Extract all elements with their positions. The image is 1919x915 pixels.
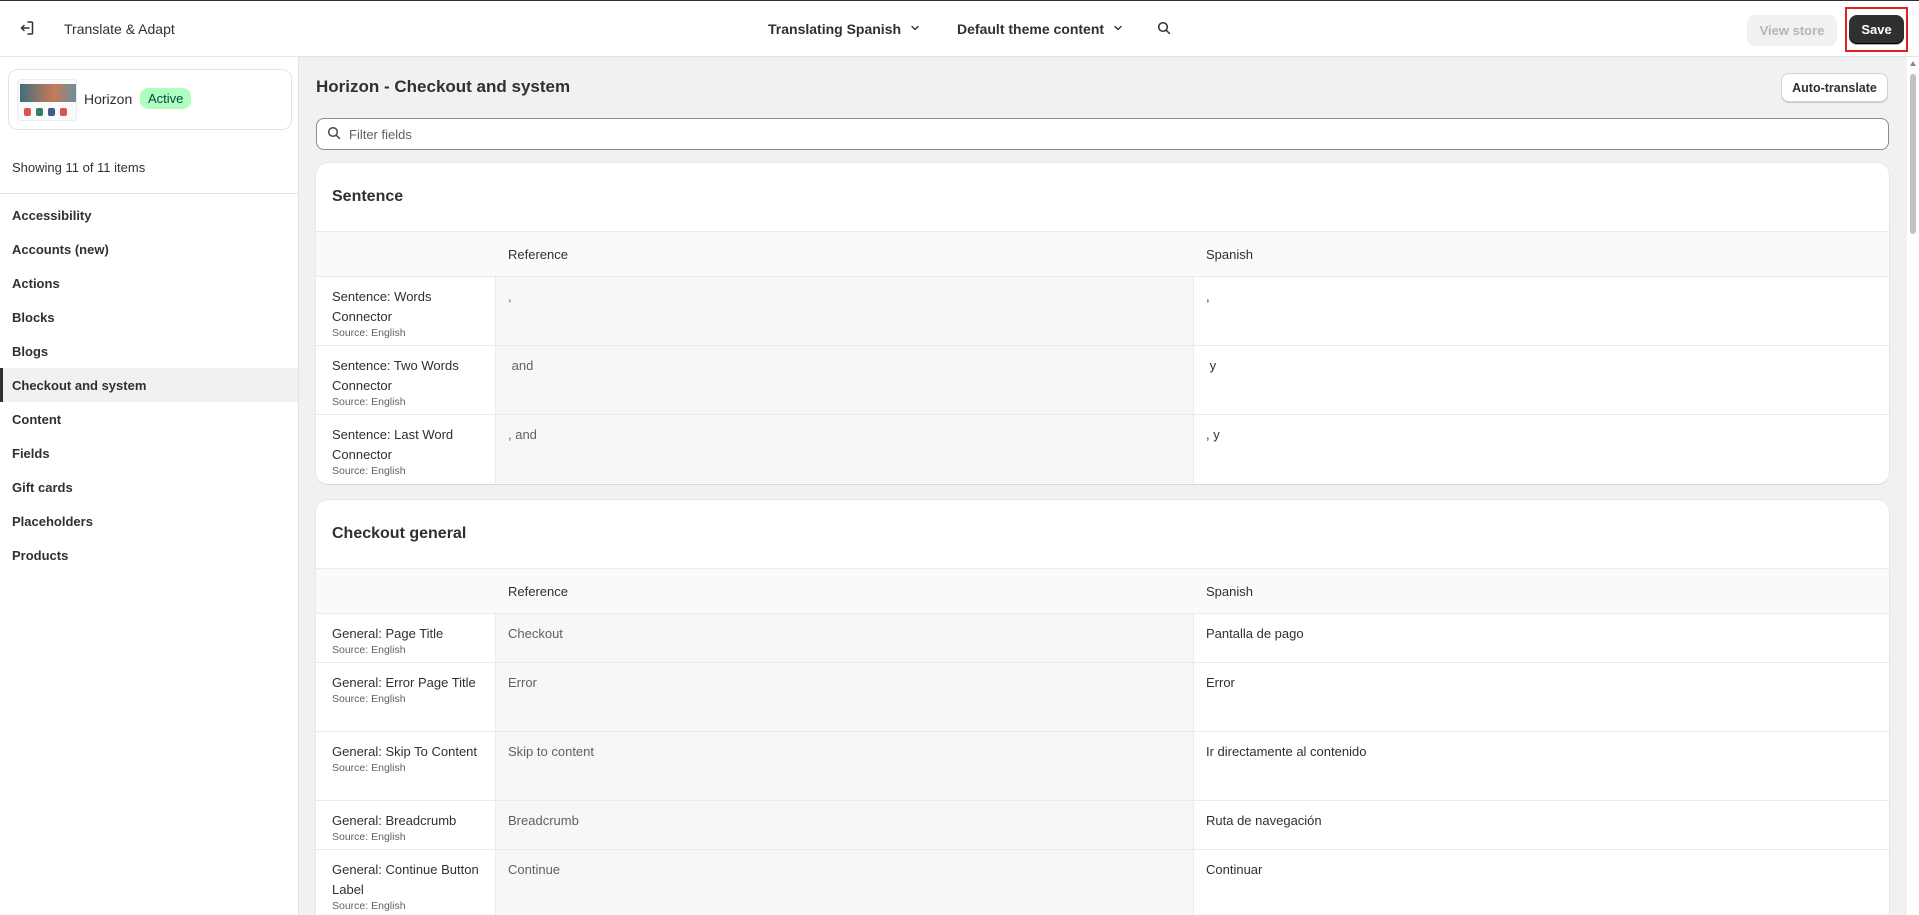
translation-field[interactable]: , y xyxy=(1194,415,1889,484)
theme-name: Horizon xyxy=(84,91,133,107)
theme-thumbnail xyxy=(17,79,77,121)
save-button-highlight: Save xyxy=(1845,7,1908,52)
field-key: General: Breadcrumb xyxy=(332,813,457,828)
field-key: Sentence: Two Words Connector xyxy=(332,358,459,393)
scroll-up-arrow[interactable] xyxy=(1910,61,1916,66)
sidebar-item-accounts-new[interactable]: Accounts (new) xyxy=(0,232,298,266)
reference-value: Error xyxy=(496,663,1194,731)
translation-field[interactable]: , xyxy=(1194,277,1889,345)
content-type-dropdown-label: Default theme content xyxy=(957,21,1105,37)
items-count: Showing 11 of 11 items xyxy=(12,160,146,175)
field-source: Source: English xyxy=(332,693,406,705)
translation-field[interactable]: y xyxy=(1194,346,1889,414)
column-spanish: Spanish xyxy=(1206,583,1253,599)
sidebar-nav: Accessibility Accounts (new) Actions Blo… xyxy=(0,198,298,572)
translation-field[interactable]: Continuar xyxy=(1194,850,1889,915)
section-sentence: Sentence Reference Spanish Sentence: Wor… xyxy=(316,163,1889,484)
table-row: General: Page Title Source: English Check… xyxy=(316,614,1889,663)
field-source: Source: English xyxy=(332,831,406,843)
field-key: General: Skip To Content xyxy=(332,744,478,759)
translation-field[interactable]: Pantalla de pago xyxy=(1194,614,1889,662)
table-header: Reference Spanish xyxy=(316,232,1889,277)
reference-value: Continue xyxy=(496,850,1194,915)
sidebar-item-accessibility[interactable]: Accessibility xyxy=(0,198,298,232)
exit-icon xyxy=(19,20,35,39)
search-icon xyxy=(1157,21,1171,38)
sidebar-item-blocks[interactable]: Blocks xyxy=(0,300,298,334)
column-spanish: Spanish xyxy=(1206,246,1253,262)
table-row: Sentence: Last Word Connector Source: Eng… xyxy=(316,415,1889,484)
reference-value: , and xyxy=(496,415,1194,484)
field-key: Sentence: Words Connector xyxy=(332,289,432,324)
reference-value: , xyxy=(496,277,1194,345)
reference-value: and xyxy=(496,346,1194,414)
sidebar-item-gift-cards[interactable]: Gift cards xyxy=(0,470,298,504)
scrollbar[interactable] xyxy=(1907,57,1919,915)
chevron-down-icon xyxy=(1104,21,1124,37)
field-source: Source: English xyxy=(332,900,406,912)
view-store-button[interactable]: View store xyxy=(1747,15,1837,46)
sidebar-item-content[interactable]: Content xyxy=(0,402,298,436)
search-button[interactable] xyxy=(1154,19,1174,39)
language-dropdown[interactable]: Translating Spanish xyxy=(768,21,921,37)
theme-card[interactable]: Horizon Active xyxy=(8,69,292,130)
translation-field[interactable]: Ir directamente al contenido xyxy=(1194,732,1889,800)
section-title: Checkout general xyxy=(316,500,1889,569)
table-row: General: Error Page Title Source: English… xyxy=(316,663,1889,732)
reference-value: Skip to content xyxy=(496,732,1194,800)
sidebar-item-products[interactable]: Products xyxy=(0,538,298,572)
content-type-dropdown[interactable]: Default theme content xyxy=(957,21,1124,37)
field-key: General: Continue Button Label xyxy=(332,862,479,897)
sidebar-item-actions[interactable]: Actions xyxy=(0,266,298,300)
filter-input[interactable] xyxy=(349,126,1849,142)
field-key: Sentence: Last Word Connector xyxy=(332,427,454,462)
app-title: Translate & Adapt xyxy=(64,21,175,37)
translation-field[interactable]: Ruta de navegación xyxy=(1194,801,1889,849)
filter-field[interactable] xyxy=(316,118,1889,150)
field-source: Source: English xyxy=(332,327,406,339)
field-source: Source: English xyxy=(332,396,406,408)
chevron-down-icon xyxy=(901,21,921,37)
auto-translate-button[interactable]: Auto-translate xyxy=(1781,73,1888,102)
field-source: Source: English xyxy=(332,644,406,656)
status-badge: Active xyxy=(140,88,192,109)
header-controls: Translating Spanish Default theme conten… xyxy=(768,19,1174,39)
field-key: General: Error Page Title xyxy=(332,675,476,690)
field-source: Source: English xyxy=(332,762,406,774)
search-icon xyxy=(327,126,341,143)
table-row: Sentence: Two Words Connector Source: Eng… xyxy=(316,346,1889,415)
sidebar-item-placeholders[interactable]: Placeholders xyxy=(0,504,298,538)
save-button[interactable]: Save xyxy=(1849,15,1904,44)
table-row: General: Breadcrumb Source: English Bread… xyxy=(316,801,1889,850)
translation-field[interactable]: Error xyxy=(1194,663,1889,731)
section-title: Sentence xyxy=(316,163,1889,232)
scrollbar-thumb[interactable] xyxy=(1910,74,1916,234)
top-bar: Translate & Adapt Translating Spanish De… xyxy=(0,0,1919,57)
sidebar-item-fields[interactable]: Fields xyxy=(0,436,298,470)
column-reference: Reference xyxy=(508,246,568,262)
reference-value: Checkout xyxy=(496,614,1194,662)
reference-value: Breadcrumb xyxy=(496,801,1194,849)
sidebar-item-checkout-and-system[interactable]: Checkout and system xyxy=(0,368,298,402)
table-header: Reference Spanish xyxy=(316,569,1889,614)
column-reference: Reference xyxy=(508,583,568,599)
sidebar: Horizon Active Showing 11 of 11 items Ac… xyxy=(0,57,299,915)
sidebar-item-blogs[interactable]: Blogs xyxy=(0,334,298,368)
page-title: Horizon - Checkout and system xyxy=(316,77,571,96)
field-key: General: Page Title xyxy=(332,626,444,641)
table-row: General: Continue Button Label Source: En… xyxy=(316,850,1889,915)
table-row: Sentence: Words Connector Source: English… xyxy=(316,277,1889,346)
language-dropdown-label: Translating Spanish xyxy=(768,21,902,37)
main-content: Horizon - Checkout and system Auto-trans… xyxy=(299,57,1907,915)
divider xyxy=(0,193,298,194)
exit-button[interactable] xyxy=(16,18,38,40)
table-row: General: Skip To Content Source: English … xyxy=(316,732,1889,801)
section-checkout-general: Checkout general Reference Spanish Gener… xyxy=(316,500,1889,915)
field-source: Source: English xyxy=(332,465,406,477)
